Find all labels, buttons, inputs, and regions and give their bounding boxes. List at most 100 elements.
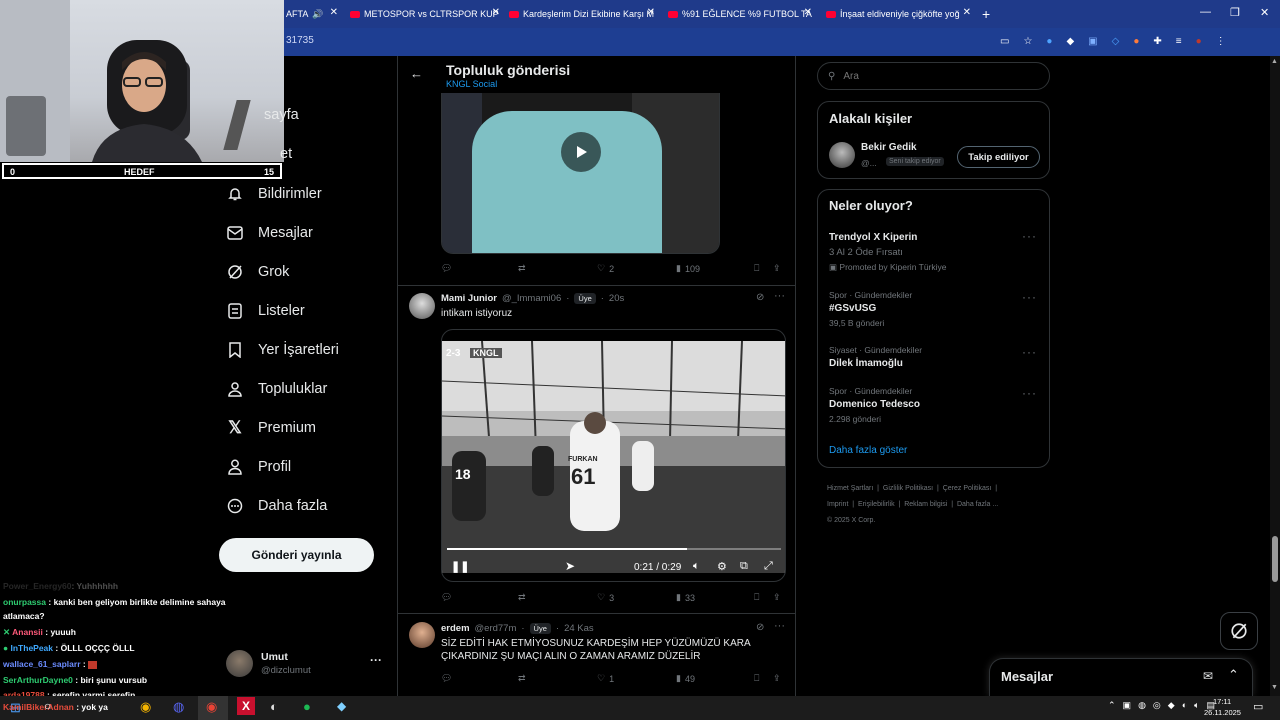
settings-gear-icon[interactable]: ⚙ — [717, 560, 727, 573]
trend-item[interactable]: Spor · Gündemdekiler #GSvUSG 39,5 B gönd… — [829, 290, 1029, 328]
profile-avatar-icon[interactable]: ● — [1196, 36, 1202, 47]
footer-link[interactable]: Imprint — [827, 501, 848, 508]
obs-icon[interactable]: ◐ — [270, 699, 278, 714]
trend-item[interactable]: Spor · Gündemdekiler Domenico Tedesco 2.… — [829, 386, 1029, 424]
back-arrow-icon[interactable]: ← — [410, 66, 423, 81]
tray-app-icon[interactable]: ◍ — [1138, 700, 1146, 711]
video-player[interactable]: 2-3 KNGL FURKAN 61 18 ❚❚ 0:21 / 0:29 🔈︎ … — [441, 329, 786, 582]
menu-icon[interactable]: ⋮ — [1216, 36, 1226, 47]
footer-link[interactable]: Hizmet Şartları — [827, 485, 873, 492]
grok-post-icon[interactable]: ⊘ — [756, 292, 764, 303]
app-icon[interactable]: ◆ — [337, 699, 346, 713]
views-button[interactable]: ▮ 109 — [676, 263, 700, 274]
post-video[interactable] — [441, 93, 720, 254]
close-tab-icon[interactable]: ✕ — [330, 7, 338, 18]
footer-link[interactable]: Reklam bilgisi — [904, 501, 947, 508]
search-box[interactable]: ⚲ — [817, 62, 1050, 90]
messages-drawer[interactable]: Mesajlar ✉ ⌃ — [989, 658, 1253, 696]
bookmark-button[interactable]: ⎕ — [754, 263, 759, 274]
account-more-icon[interactable]: ··· — [370, 653, 382, 667]
browser-tab[interactable]: METOSPOR vs CLTRSPOR KUP ✕ — [350, 4, 500, 24]
trend-more-icon[interactable]: ··· — [1022, 345, 1037, 359]
repost-button[interactable]: ⇄ — [518, 673, 526, 684]
trend-more-icon[interactable]: ··· — [1022, 386, 1037, 400]
nav-explore[interactable]: et — [280, 146, 292, 162]
close-window-icon[interactable]: ✕ — [1260, 6, 1269, 19]
browser-tab[interactable]: AFTA 🔊 ✕ — [286, 4, 338, 24]
pip-icon[interactable]: ⧉ — [740, 560, 748, 573]
clock-time[interactable]: 17:11 — [1213, 697, 1231, 706]
post-button[interactable]: Gönderi yayınla — [219, 538, 374, 572]
tray-app-icon[interactable]: ◎ — [1153, 700, 1161, 711]
page-subtitle[interactable]: KNGL Social — [446, 79, 497, 89]
video-progress-track[interactable] — [447, 548, 781, 550]
extension-icon[interactable]: ● — [1046, 36, 1052, 47]
x-app-icon[interactable]: X — [237, 697, 255, 715]
nav-notifications[interactable]: Bildirimler — [226, 185, 322, 203]
extension-icon[interactable]: ● — [1133, 36, 1139, 47]
extension-icon[interactable]: ◇ — [1112, 36, 1120, 47]
discord-icon[interactable]: ◍ — [173, 699, 184, 715]
tray-app-icon[interactable]: ◐ — [1182, 700, 1187, 711]
post-handle[interactable]: @_Immami06 — [502, 293, 561, 304]
account-switcher[interactable]: Umut @dizclumut ··· — [226, 648, 386, 680]
share-button[interactable]: ⇪ — [773, 592, 781, 603]
restore-icon[interactable]: ❐ — [1230, 6, 1240, 19]
like-button[interactable]: ♡ 1 — [597, 673, 614, 684]
related-name[interactable]: Bekir Gedik — [861, 142, 917, 153]
post-author[interactable]: erdem — [441, 623, 470, 634]
trend-more-icon[interactable]: ··· — [1022, 229, 1037, 243]
notification-icon[interactable]: ▭ — [1253, 700, 1263, 713]
footer-link[interactable]: Erişilebilirlik — [858, 501, 895, 508]
nav-grok[interactable]: Grok — [226, 263, 289, 281]
expand-up-icon[interactable]: ⌃ — [1228, 667, 1239, 683]
bookmark-star-icon[interactable]: ☆ — [1023, 36, 1032, 47]
tray-chevron-icon[interactable]: ⌃ — [1108, 700, 1116, 711]
chrome-icon[interactable]: ◉ — [140, 699, 151, 715]
scroll-down-icon[interactable]: ▼ — [1271, 684, 1278, 691]
sidebar-icon[interactable]: ≡ — [1176, 36, 1182, 47]
new-tab-button[interactable]: + — [982, 4, 996, 24]
nav-more[interactable]: Daha fazla — [226, 497, 327, 515]
nav-bookmarks[interactable]: Yer İşaretleri — [226, 341, 339, 359]
browser-tab[interactable]: %91 EĞLENCE %9 FUTBOL TAD ✕ — [668, 4, 812, 24]
nav-home[interactable]: sayfa — [264, 107, 299, 123]
close-tab-icon[interactable]: ✕ — [963, 7, 971, 18]
bookmark-button[interactable]: ⎕ — [754, 592, 759, 603]
close-tab-icon[interactable]: ✕ — [804, 7, 812, 18]
volume-tray-icon[interactable]: 🔈︎ — [1194, 700, 1199, 711]
search-input[interactable] — [843, 70, 1024, 82]
share-button[interactable]: ⇪ — [773, 263, 781, 274]
nav-messages[interactable]: Mesajlar — [226, 224, 313, 242]
trend-more-icon[interactable]: ··· — [1022, 290, 1037, 304]
extension-icon[interactable]: ▣ — [1088, 36, 1097, 47]
grok-floating-button[interactable] — [1220, 612, 1258, 650]
footer-link[interactable]: Daha fazla ... — [957, 501, 998, 508]
post-avatar[interactable] — [409, 622, 435, 648]
nav-communities[interactable]: Topluluklar — [226, 380, 327, 398]
footer-link[interactable]: Gizlilik Politikası — [883, 485, 933, 492]
new-message-icon[interactable]: ✉ — [1203, 669, 1213, 683]
repost-button[interactable]: ⇄ — [518, 263, 526, 274]
close-tab-icon[interactable]: ✕ — [647, 7, 655, 18]
footer-link[interactable]: Çerez Politikası — [943, 485, 992, 492]
nav-premium[interactable]: 𝕏 Premium — [226, 418, 316, 437]
tray-app-icon[interactable]: ▣ — [1123, 700, 1132, 711]
reply-button[interactable]: 💬︎ — [441, 592, 452, 603]
bookmark-button[interactable]: ⎕ — [754, 673, 759, 684]
reply-button[interactable]: 💬︎ — [441, 673, 452, 684]
like-button[interactable]: ♡ 2 — [597, 263, 614, 274]
promoted-trend[interactable]: Trendyol X Kiperin 3 Al 2 Öde Fırsatı ▣ … — [829, 232, 1039, 273]
related-handle[interactable]: @... — [861, 158, 877, 168]
scroll-up-icon[interactable]: ▲ — [1271, 58, 1278, 65]
minimize-icon[interactable]: — — [1200, 6, 1211, 18]
clock-date[interactable]: 26.11.2025 — [1204, 708, 1241, 717]
browser-tab[interactable]: İnşaat eldiveniyle çiğköfte yoğ ✕ — [826, 4, 971, 24]
following-button[interactable]: Takip ediliyor — [957, 146, 1040, 168]
post-time[interactable]: 24 Kas — [564, 623, 594, 634]
repost-button[interactable]: ⇄ — [518, 592, 526, 603]
puzzle-icon[interactable]: ✚ — [1153, 36, 1161, 47]
post-handle[interactable]: @erd77m — [475, 623, 517, 634]
fullscreen-icon[interactable]: ⤢ — [764, 560, 773, 573]
tray-app-icon[interactable]: ◆ — [1168, 700, 1175, 711]
